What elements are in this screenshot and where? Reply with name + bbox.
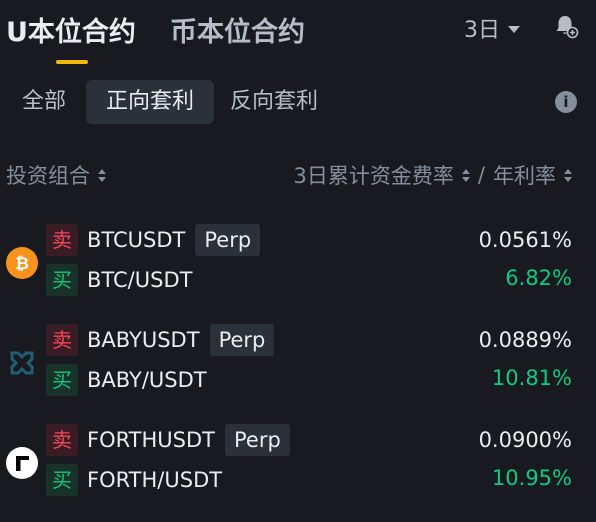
period-selector[interactable]: 3日 bbox=[464, 12, 520, 44]
arbitrage-filter: 全部 正向套利 反向套利 bbox=[0, 80, 596, 124]
header-portfolio-label: 投资组合 bbox=[6, 164, 90, 188]
period-label: 3日 bbox=[464, 18, 500, 43]
tab-coin-margined[interactable]: 币本位合约 bbox=[170, 10, 305, 49]
info-icon[interactable]: i bbox=[555, 91, 577, 113]
babylon-icon bbox=[10, 351, 34, 375]
list-header: 投资组合 3日累计资金费率 / 年利率 bbox=[0, 160, 596, 192]
contract-type-tabs: U本位合约 币本位合约 3日 bbox=[0, 0, 596, 70]
spot-symbol: BABY/USDT bbox=[87, 368, 207, 392]
perp-tag: Perp bbox=[209, 324, 275, 356]
sell-leg: 卖 BTCUSDT Perp bbox=[46, 224, 261, 256]
list-item[interactable]: 卖 BABYUSDT Perp 买 BABY/USDT 0.0889% 10.8… bbox=[0, 324, 596, 408]
spot-symbol: BTC/USDT bbox=[87, 268, 193, 292]
perp-tag: Perp bbox=[225, 424, 290, 456]
filter-positive-arbitrage[interactable]: 正向套利 bbox=[86, 80, 214, 124]
sell-badge: 卖 bbox=[46, 324, 78, 356]
tab-usdt-margined[interactable]: U本位合约 bbox=[6, 10, 136, 49]
funding-rate: 0.0900% bbox=[478, 428, 572, 452]
sell-badge: 卖 bbox=[46, 424, 78, 456]
buy-badge: 买 bbox=[46, 364, 78, 396]
sell-leg: 卖 BABYUSDT Perp bbox=[46, 324, 275, 356]
perp-symbol: FORTHUSDT bbox=[87, 428, 215, 452]
sort-portfolio[interactable]: 投资组合 bbox=[6, 160, 106, 190]
sort-icon bbox=[98, 168, 106, 182]
buy-badge: 买 bbox=[46, 264, 78, 296]
perp-tag: Perp bbox=[195, 224, 261, 256]
list-item[interactable]: ₿ 卖 BTCUSDT Perp 买 BTC/USDT 0.0561% 6.82… bbox=[0, 224, 596, 308]
buy-leg: 买 BABY/USDT bbox=[46, 364, 207, 396]
header-separator: / bbox=[477, 163, 485, 187]
filter-all[interactable]: 全部 bbox=[22, 80, 66, 124]
notification-bell-icon[interactable] bbox=[553, 13, 579, 39]
sell-badge: 卖 bbox=[46, 224, 78, 256]
spot-symbol: FORTH/USDT bbox=[87, 468, 223, 492]
header-funding-rate-label: 3日累计资金费率 bbox=[293, 164, 454, 188]
header-apr-label: 年利率 bbox=[493, 164, 556, 188]
perp-symbol: BTCUSDT bbox=[87, 228, 186, 252]
sort-icon bbox=[564, 168, 572, 182]
annual-rate: 10.81% bbox=[491, 366, 572, 390]
chevron-down-icon bbox=[508, 25, 520, 33]
annual-rate: 6.82% bbox=[505, 266, 572, 290]
funding-rate: 0.0561% bbox=[478, 228, 572, 252]
svg-text:₿: ₿ bbox=[15, 254, 29, 274]
sell-leg: 卖 FORTHUSDT Perp bbox=[46, 424, 290, 456]
buy-leg: 买 BTC/USDT bbox=[46, 264, 192, 296]
active-tab-indicator bbox=[56, 60, 88, 64]
sort-funding-rate[interactable]: 3日累计资金费率 / 年利率 bbox=[294, 160, 572, 190]
filter-reverse-arbitrage[interactable]: 反向套利 bbox=[230, 80, 318, 124]
funding-rate: 0.0889% bbox=[478, 328, 572, 352]
buy-badge: 买 bbox=[46, 464, 78, 496]
list-item[interactable]: 卖 FORTHUSDT Perp 买 FORTH/USDT 0.0900% 10… bbox=[0, 424, 596, 508]
forth-icon bbox=[6, 447, 38, 479]
perp-symbol: BABYUSDT bbox=[87, 328, 200, 352]
annual-rate: 10.95% bbox=[491, 466, 572, 490]
buy-leg: 买 FORTH/USDT bbox=[46, 464, 222, 496]
sort-icon bbox=[461, 168, 470, 182]
bitcoin-icon: ₿ bbox=[6, 247, 38, 279]
